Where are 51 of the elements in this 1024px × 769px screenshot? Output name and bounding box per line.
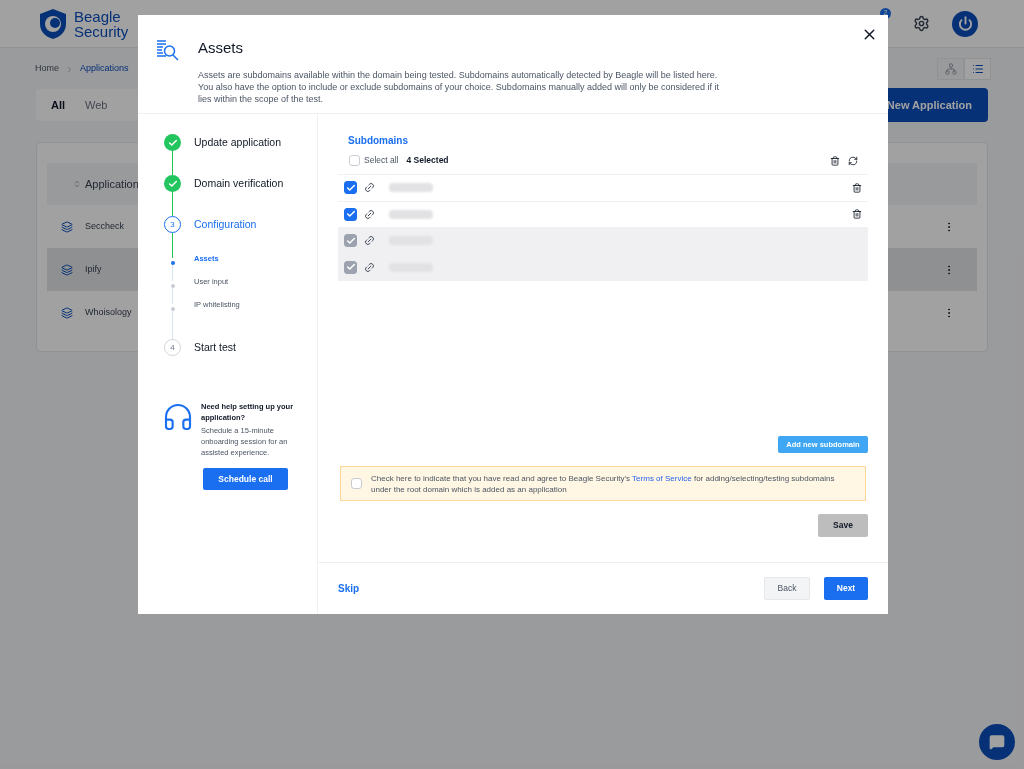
section-heading: Subdomains [348,134,409,148]
chat-button[interactable] [979,724,1015,760]
delete-icon[interactable] [852,182,862,193]
terms-link[interactable]: Terms of Service [632,473,692,483]
checkbox[interactable] [344,181,357,195]
step-number: 4 [164,339,181,356]
redacted-text-block [389,209,433,219]
headset-icon [162,401,194,433]
modal-description: Assets are subdomains available within the domain being tested. Subdomains automatically detected by Beagle will be listed here. You also have the option to include or exclude subdomains of your choice. Subdomains manually added will only be considered if it lies within the scope of the test. [198,68,720,105]
column-header: Application [85,176,139,192]
step-label: Start test [194,340,236,355]
select-all-label[interactable]: Select all [364,154,399,167]
checkbox[interactable] [351,478,362,489]
chat-icon [989,734,1005,750]
chevron-icon [65,64,74,74]
list-view-button[interactable] [964,58,991,80]
step-number: 3 [164,216,181,233]
back-button[interactable]: Back [764,577,810,600]
schedule-call-button[interactable]: Schedule call [203,468,288,490]
skip-link[interactable]: Skip [338,581,360,596]
next-button[interactable]: Next [824,577,868,600]
list-search-icon [156,39,180,61]
save-button[interactable]: Save [818,514,868,537]
agreement-text: Check here to indicate that you have read and agree to Beagle Security's Terms of Service for adding/selecting/testing subdomains under the root domain which is added as an application [371,472,836,495]
table-cell-text: Seccheck [85,219,125,233]
stack-icon [61,263,73,276]
table-cell-text: Whoisology [85,305,132,319]
modal-title: Assets [198,38,244,58]
refresh-icon[interactable] [848,155,858,166]
brand-name: Beagle [74,8,121,24]
filter-tab[interactable]: Web [85,96,108,114]
breadcrumb-link[interactable]: Home [35,62,59,76]
step-label: Domain verification [194,176,284,191]
redacted-text-block [389,183,433,193]
table-cell-text: Ipify [85,262,102,276]
breadcrumb-link[interactable]: Applications [80,62,129,76]
checkbox[interactable] [344,207,357,221]
step-label: Configuration [194,217,257,232]
brand-name: Security [74,23,129,39]
stack-icon [61,306,73,319]
checkbox[interactable] [349,155,360,166]
tree-icon [944,63,957,75]
selected-count: 4 Selected [406,154,449,167]
filter-tab[interactable]: All [51,96,66,114]
delete-icon[interactable] [830,155,840,166]
step-label: Update application [194,135,281,150]
stack-icon [61,220,73,233]
list-icon [971,63,984,75]
delete-icon[interactable] [852,209,862,220]
settings-icon[interactable] [913,15,930,32]
power-avatar-icon[interactable] [952,10,978,37]
